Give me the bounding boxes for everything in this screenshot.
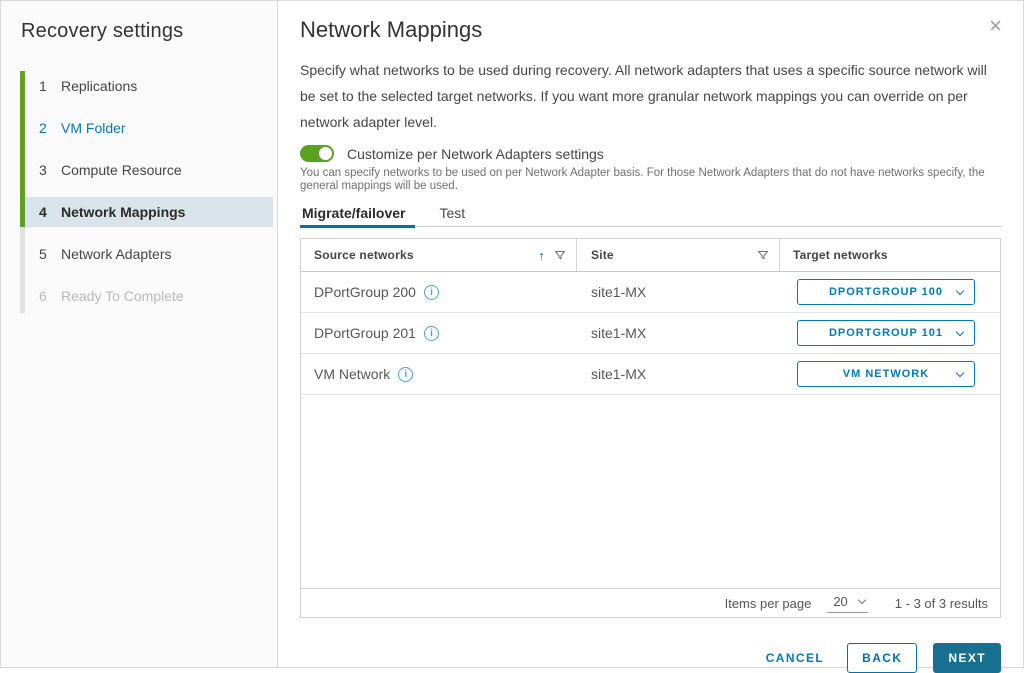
table-empty-space (301, 395, 1000, 588)
step-label: Replications (61, 78, 137, 94)
step-label: Ready To Complete (61, 288, 184, 304)
network-mappings-table: Source networks Site Target networks D (300, 238, 1001, 618)
info-icon[interactable] (398, 367, 413, 382)
progress-bar-completed (20, 71, 25, 227)
step-label: Network Mappings (61, 204, 185, 220)
info-icon[interactable] (424, 326, 439, 341)
sidebar-item-replications[interactable]: 1 Replications (25, 71, 273, 101)
table-row: DPortGroup 201 site1-MX DPORTGROUP 101 (301, 313, 1000, 354)
column-label: Source networks (314, 248, 414, 262)
column-header-source-networks: Source networks (301, 239, 577, 271)
customize-adapters-toggle[interactable] (300, 145, 334, 162)
toggle-helper-text: You can specify networks to be used on p… (300, 167, 1002, 193)
step-number: 1 (39, 78, 52, 94)
table-row: DPortGroup 200 site1-MX DPORTGROUP 100 (301, 272, 1000, 313)
target-network-cell: VM NETWORK (780, 361, 1000, 387)
target-network-value: DPORTGROUP 100 (829, 286, 943, 298)
source-network-cell: DPortGroup 201 (301, 325, 577, 341)
target-network-cell: DPORTGROUP 100 (780, 279, 1000, 305)
wizard-sidebar: Recovery settings 1 Replications 2 VM Fo… (1, 1, 278, 667)
step-number: 3 (39, 162, 52, 178)
step-number: 5 (39, 246, 52, 262)
panel-header: Network Mappings (300, 17, 1002, 43)
chevron-down-icon (858, 596, 866, 604)
table-pagination: Items per page 20 1 - 3 of 3 results (301, 588, 1000, 617)
toggle-label: Customize per Network Adapters settings (347, 146, 604, 162)
source-network-name: DPortGroup 200 (314, 284, 416, 300)
source-network-cell: DPortGroup 200 (301, 284, 577, 300)
source-network-name: DPortGroup 201 (314, 325, 416, 341)
sidebar-item-compute-resource[interactable]: 3 Compute Resource (25, 155, 273, 185)
target-network-value: VM NETWORK (843, 368, 929, 380)
source-network-name: VM Network (314, 366, 390, 382)
sidebar-item-vm-folder[interactable]: 2 VM Folder (25, 113, 273, 143)
wizard-title: Recovery settings (21, 19, 277, 43)
target-network-select[interactable]: VM NETWORK (797, 361, 975, 387)
page-size-value: 20 (833, 594, 847, 609)
table-header-row: Source networks Site Target networks (301, 239, 1000, 272)
sort-ascending-icon[interactable] (538, 248, 545, 263)
chevron-down-icon (956, 328, 964, 336)
items-per-page-select[interactable]: 20 (827, 594, 867, 613)
tab-migrate-failover[interactable]: Migrate/failover (300, 201, 415, 226)
step-label: Network Adapters (61, 246, 172, 262)
step-label: Compute Resource (61, 162, 182, 178)
target-network-cell: DPORTGROUP 101 (780, 320, 1000, 346)
source-network-cell: VM Network (301, 366, 577, 382)
target-network-value: DPORTGROUP 101 (829, 327, 943, 339)
items-per-page-label: Items per page (725, 596, 812, 611)
site-cell: site1-MX (577, 284, 780, 300)
step-number: 2 (39, 120, 52, 136)
panel-description: Specify what networks to be used during … (300, 57, 1002, 135)
info-icon[interactable] (424, 285, 439, 300)
chevron-down-icon (956, 287, 964, 295)
sidebar-item-network-mappings[interactable]: 4 Network Mappings (25, 197, 273, 227)
tab-test[interactable]: Test (437, 201, 471, 226)
column-label: Site (591, 248, 614, 262)
column-header-site: Site (577, 239, 780, 271)
target-network-select[interactable]: DPORTGROUP 101 (797, 320, 975, 346)
step-label: VM Folder (61, 120, 126, 136)
close-icon[interactable] (989, 17, 1002, 35)
filter-icon[interactable] (554, 249, 566, 261)
sidebar-item-network-adapters[interactable]: 5 Network Adapters (25, 239, 273, 269)
step-number: 4 (39, 204, 52, 220)
wizard-steps: 1 Replications 2 VM Folder 3 Compute Res… (1, 71, 277, 311)
sidebar-item-ready-to-complete: 6 Ready To Complete (25, 281, 273, 311)
progress-bar-remaining (20, 227, 25, 313)
toggle-row: Customize per Network Adapters settings (300, 145, 1002, 162)
network-mappings-panel: Network Mappings Specify what networks t… (278, 1, 1023, 667)
step-number: 6 (39, 288, 52, 304)
column-label: Target networks (793, 248, 888, 262)
target-network-select[interactable]: DPORTGROUP 100 (797, 279, 975, 305)
table-row: VM Network site1-MX VM NETWORK (301, 354, 1000, 395)
wizard-actions: CANCEL BACK NEXT (300, 643, 1001, 673)
site-cell: site1-MX (577, 366, 780, 382)
next-button[interactable]: NEXT (933, 643, 1001, 673)
chevron-down-icon (956, 369, 964, 377)
page-title: Network Mappings (300, 17, 482, 43)
back-button[interactable]: BACK (847, 643, 917, 673)
site-cell: site1-MX (577, 325, 780, 341)
filter-icon[interactable] (757, 249, 769, 261)
results-count: 1 - 3 of 3 results (895, 596, 988, 611)
cancel-button[interactable]: CANCEL (766, 651, 824, 665)
tab-bar: Migrate/failover Test (300, 201, 1002, 227)
column-header-target-networks: Target networks (780, 239, 1000, 271)
